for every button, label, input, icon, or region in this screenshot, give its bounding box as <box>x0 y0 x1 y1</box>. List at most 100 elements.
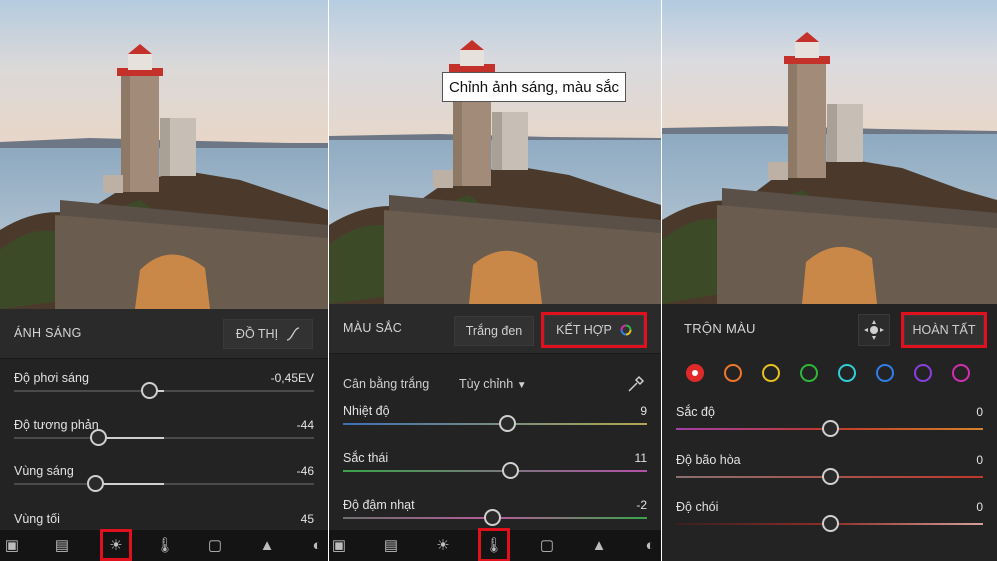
slider-hue[interactable]: Sắc độ 0 <box>676 405 983 445</box>
target-adjust-icon <box>864 320 884 340</box>
light-panel-screen: ÁNH SÁNG ĐỒ THỊ Độ phơi sáng -0,45EV Độ … <box>0 0 328 561</box>
slider-label: Sắc độ <box>676 405 715 419</box>
slider-value: 0 <box>976 500 983 514</box>
slider-label: Sắc thái <box>343 451 389 465</box>
color-panel-screen: Chỉnh ảnh sáng, màu sắc MÀU SẮC Trắng đe… <box>329 0 661 561</box>
slider-temperature[interactable]: Nhiệt độ 9 <box>343 404 647 444</box>
crop-icon[interactable]: ▤ <box>381 535 401 555</box>
slider-handle[interactable] <box>141 382 158 399</box>
slider-track[interactable] <box>343 470 647 472</box>
color-wheel-icon <box>620 324 632 336</box>
swatch-yellow[interactable] <box>762 364 780 382</box>
edit-sheet: ÁNH SÁNG ĐỒ THỊ Độ phơi sáng -0,45EV Độ … <box>0 309 328 534</box>
curve-icon <box>286 327 300 341</box>
done-button-label: HOÀN TẤT <box>912 323 976 337</box>
done-button[interactable]: HOÀN TẤT <box>901 312 987 348</box>
white-balance-value: Tùy chỉnh <box>459 377 514 391</box>
slider-handle[interactable] <box>821 468 839 485</box>
detail-icon[interactable]: ▲ <box>589 535 609 555</box>
lighthouse-photo <box>0 0 328 309</box>
black-white-label: Trắng đen <box>465 324 523 338</box>
slider-label: Độ đậm nhạt <box>343 498 415 512</box>
slider-label: Độ bão hòa <box>676 453 741 467</box>
effects-icon[interactable]: ▢ <box>537 535 557 555</box>
slider-label: Vùng sáng <box>14 464 74 478</box>
slider-value: -44 <box>296 418 314 432</box>
swatch-purple[interactable] <box>914 364 932 382</box>
slider-handle[interactable] <box>483 509 501 526</box>
swatch-aqua[interactable] <box>838 364 856 382</box>
slider-handle[interactable] <box>502 462 520 479</box>
slider-highlights[interactable]: Vùng sáng -46 <box>14 464 314 504</box>
mix-panel-screen: TRỘN MÀU HOÀN TẤT Sắc độ 0 Độ bão hòa 0 … <box>662 0 997 561</box>
slider-exposure[interactable]: Độ phơi sáng -0,45EV <box>14 371 314 411</box>
slider-contrast[interactable]: Độ tương phản -44 <box>14 418 314 458</box>
optics-icon[interactable]: ◐ <box>307 535 327 555</box>
slider-label: Vùng tối <box>14 512 60 526</box>
crop-icon[interactable]: ▤ <box>52 535 72 555</box>
slider-saturation[interactable]: Độ bão hòa 0 <box>676 453 983 493</box>
slider-track[interactable] <box>14 390 314 392</box>
slider-luminance[interactable]: Độ chói 0 <box>676 500 983 540</box>
slider-value: 0 <box>976 405 983 419</box>
bottom-toolbar: ▣ ▤ ☀ 🌡 ▢ ▲ ◐ <box>0 529 328 561</box>
black-white-button[interactable]: Trắng đen <box>454 316 534 346</box>
lighthouse-photo <box>662 0 997 304</box>
panel-title: ÁNH SÁNG <box>14 326 82 340</box>
bottom-toolbar: ▣ ▤ ☀ 🌡 ▢ ▲ ◐ <box>329 528 661 561</box>
panel-header: TRỘN MÀU HOÀN TẤT <box>662 304 997 354</box>
swatch-blue[interactable] <box>876 364 894 382</box>
lighthouse-photo <box>329 0 661 304</box>
light-icon[interactable]: ☀ <box>433 535 453 555</box>
slider-label: Độ chói <box>676 500 719 514</box>
slider-label: Nhiệt độ <box>343 404 390 418</box>
slider-handle[interactable] <box>90 429 107 446</box>
color-icon[interactable]: 🌡 <box>478 528 510 561</box>
panel-title: MÀU SẮC <box>343 321 403 335</box>
curve-button-label: ĐỒ THỊ <box>235 327 279 341</box>
slider-track[interactable] <box>14 437 314 439</box>
slider-value: -2 <box>636 498 647 512</box>
curve-button[interactable]: ĐỒ THỊ <box>223 319 313 349</box>
white-balance-label: Cân bằng trắng <box>343 377 430 391</box>
swatch-orange[interactable] <box>724 364 742 382</box>
effects-icon[interactable]: ▢ <box>205 535 225 555</box>
color-icon[interactable]: 🌡 <box>155 535 175 555</box>
presets-icon[interactable]: ▣ <box>329 535 349 555</box>
slider-value: 9 <box>640 404 647 418</box>
optics-icon[interactable]: ◐ <box>640 535 660 555</box>
target-adjust-button[interactable] <box>858 314 890 346</box>
panel-header: MÀU SẮC Trắng đen KẾT HỢP <box>329 304 661 354</box>
mix-button-label: KẾT HỢP <box>556 323 612 337</box>
tooltip-caption: Chỉnh ảnh sáng, màu sắc <box>442 72 626 102</box>
panel-title: TRỘN MÀU <box>684 321 756 336</box>
slider-handle[interactable] <box>87 475 104 492</box>
mix-button[interactable]: KẾT HỢP <box>541 312 647 348</box>
panel-header: ÁNH SÁNG ĐỒ THỊ <box>0 309 328 359</box>
edit-sheet: TRỘN MÀU HOÀN TẤT Sắc độ 0 Độ bão hòa 0 … <box>662 304 997 561</box>
chevron-down-icon: ▼ <box>516 380 527 391</box>
slider-tint[interactable]: Sắc thái 11 <box>343 451 647 491</box>
slider-value: -0,45EV <box>270 371 314 385</box>
slider-value: 0 <box>976 453 983 467</box>
presets-icon[interactable]: ▣ <box>2 535 22 555</box>
white-balance-dropdown[interactable]: Tùy chỉnh ▼ <box>459 377 527 391</box>
slider-track[interactable] <box>14 483 314 485</box>
slider-handle[interactable] <box>821 515 839 532</box>
swatch-green[interactable] <box>800 364 818 382</box>
swatch-magenta[interactable] <box>952 364 970 382</box>
slider-handle[interactable] <box>499 415 517 432</box>
color-swatch-row <box>686 364 976 384</box>
edit-sheet: MÀU SẮC Trắng đen KẾT HỢP Cân bằng trắng… <box>329 304 661 530</box>
slider-track[interactable] <box>343 423 647 425</box>
light-icon[interactable]: ☀ <box>100 529 132 561</box>
slider-value: -46 <box>296 464 314 478</box>
white-balance-row[interactable]: Cân bằng trắng Tùy chỉnh ▼ <box>343 375 647 397</box>
slider-label: Độ phơi sáng <box>14 371 89 385</box>
swatch-red[interactable] <box>686 364 704 382</box>
detail-icon[interactable]: ▲ <box>257 535 277 555</box>
slider-handle[interactable] <box>821 420 839 437</box>
slider-value: 11 <box>634 451 647 465</box>
slider-value: 45 <box>300 512 314 526</box>
eyedropper-icon[interactable] <box>627 375 645 393</box>
